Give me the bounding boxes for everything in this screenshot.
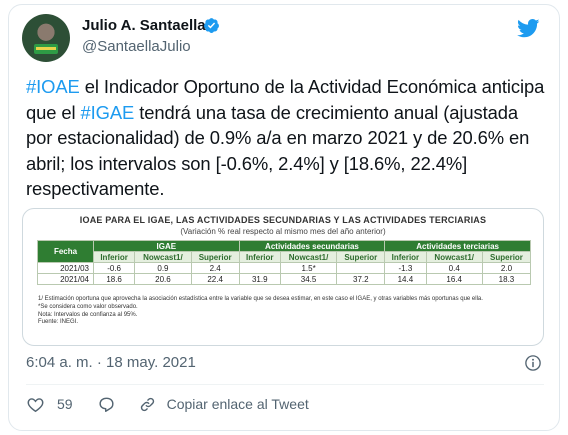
table-title: IOAE PARA EL IGAE, LAS ACTIVIDADES SECUN… bbox=[79, 215, 487, 225]
table-cell: 16.4 bbox=[425, 273, 483, 285]
table-cell: 37.2 bbox=[336, 273, 386, 285]
divider bbox=[26, 384, 544, 385]
table-cell bbox=[238, 262, 281, 274]
tweet-media-image[interactable]: IOAE PARA EL IGAE, LAS ACTIVIDADES SECUN… bbox=[22, 208, 544, 346]
avatar-badge-stripe bbox=[36, 47, 56, 50]
table-cell: -1.3 bbox=[384, 262, 427, 274]
table-cell: 20.6 bbox=[134, 273, 192, 285]
sub-header: Superior bbox=[336, 251, 386, 263]
sub-header: Superior bbox=[481, 251, 532, 263]
link-icon bbox=[140, 397, 154, 411]
reply-button[interactable] bbox=[97, 395, 116, 414]
table-cell-fecha: 2021/04 bbox=[37, 273, 94, 285]
tweet-actions: 59 Copiar enlace al Tweet bbox=[26, 393, 309, 415]
table-notes: 1/ Estimación oportuna que aprovecha la … bbox=[38, 296, 528, 327]
like-button[interactable]: 59 bbox=[26, 395, 97, 414]
table-note: Fuente: INEGI. bbox=[38, 319, 79, 326]
info-icon[interactable] bbox=[524, 354, 542, 372]
table-note: 1/ Estimación oportuna que aprovecha la … bbox=[38, 296, 483, 302]
heart-icon bbox=[27, 397, 44, 412]
table-row: 2021/04 18.6 20.6 22.4 31.9 34.5 37.2 14… bbox=[37, 273, 532, 285]
data-table: Fecha IGAE Actividades secundarias Activ… bbox=[37, 240, 532, 285]
table-cell: 18.6 bbox=[92, 273, 136, 285]
sub-header: Inferior bbox=[384, 251, 427, 263]
table-cell: 14.4 bbox=[384, 273, 427, 285]
author-name[interactable]: Julio A. Santaella bbox=[82, 17, 206, 34]
hashtag-ioae[interactable]: #IOAE bbox=[26, 76, 80, 97]
group-header-igae: IGAE bbox=[93, 240, 240, 252]
table-cell: 34.5 bbox=[279, 273, 338, 285]
sub-header: Nowcast1/ bbox=[425, 251, 483, 263]
table-cell bbox=[336, 262, 386, 274]
table-cell: 22.4 bbox=[190, 273, 240, 285]
table-cell: 18.3 bbox=[481, 273, 532, 285]
table-cell: 0.9 bbox=[134, 262, 192, 274]
reply-icon bbox=[99, 397, 114, 412]
fecha-header: Fecha bbox=[37, 240, 94, 263]
table-cell-fecha: 2021/03 bbox=[37, 262, 94, 274]
copy-link-label: Copiar enlace al Tweet bbox=[166, 396, 309, 412]
author-handle[interactable]: @SantaellaJulio bbox=[82, 38, 191, 55]
sub-header: Nowcast1/ bbox=[134, 251, 192, 263]
hashtag-igae[interactable]: #IGAE bbox=[81, 102, 135, 123]
table-subtitle: (Variación % real respecto al mismo mes … bbox=[180, 227, 386, 236]
table-cell: 0.4 bbox=[425, 262, 483, 274]
like-count: 59 bbox=[57, 396, 73, 412]
copy-link-button[interactable]: Copiar enlace al Tweet bbox=[138, 395, 309, 414]
tweet-timestamp[interactable]: 6:04 a. m. · 18 may. 2021 bbox=[26, 354, 196, 371]
table-cell: 31.9 bbox=[238, 273, 281, 285]
group-header-terciarias: Actividades terciarias bbox=[384, 240, 531, 252]
table-cell: 2.0 bbox=[481, 262, 532, 274]
avatar[interactable] bbox=[22, 14, 70, 62]
table-note: Nota: Intervalos de confianza al 95%. bbox=[38, 311, 138, 318]
group-header-secundarias: Actividades secundarias bbox=[238, 240, 386, 252]
sub-header: Nowcast1/ bbox=[279, 251, 338, 263]
table-cell: -0.6 bbox=[92, 262, 136, 274]
sub-header: Inferior bbox=[92, 251, 136, 263]
sub-header: Inferior bbox=[238, 251, 281, 263]
twitter-bird-icon[interactable] bbox=[517, 19, 540, 38]
sub-header: Superior bbox=[190, 251, 240, 263]
table-cell: 2.4 bbox=[190, 262, 240, 274]
table-cell: 1.5* bbox=[279, 262, 338, 274]
verified-badge-icon bbox=[204, 18, 219, 33]
table-note: *Se considera como valor observado. bbox=[38, 303, 138, 310]
table-row: 2021/03 -0.6 0.9 2.4 1.5* -1.3 0.4 2.0 bbox=[37, 262, 532, 274]
tweet-text: #IOAE el Indicador Oportuno de la Activi… bbox=[26, 74, 546, 202]
